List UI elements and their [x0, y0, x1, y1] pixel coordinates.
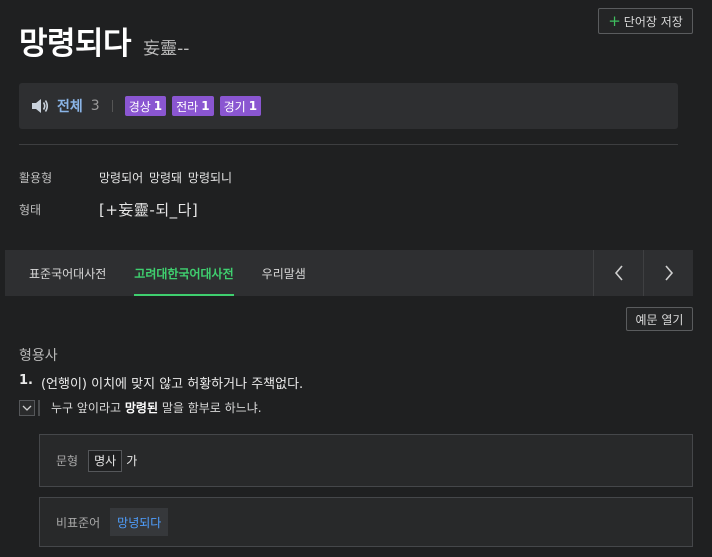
example-text-post: 말을 함부로 하느냐.	[158, 401, 262, 415]
region-name: 경기	[223, 99, 246, 114]
prev-button[interactable]	[593, 250, 643, 296]
region-count: 1	[153, 99, 163, 113]
form-label: 형태	[19, 203, 42, 217]
pattern-chip: 명사	[88, 449, 123, 472]
filter-divider	[111, 100, 113, 112]
example-sentence: 누구 앞이라고 망령된 말을 함부로 하느냐.	[19, 399, 262, 416]
nonstandard-box: 비표준어 망녕되다	[39, 497, 693, 547]
example-toggle[interactable]	[19, 399, 35, 416]
save-to-vocab-button[interactable]: + 단어장 저장	[598, 8, 693, 34]
example-text-bold: 망령된	[124, 401, 158, 415]
example-marker	[38, 399, 40, 416]
save-to-vocab-label: 단어장 저장	[623, 14, 683, 29]
headword-text: 망령되다	[19, 26, 132, 62]
chevron-left-icon	[614, 265, 623, 281]
sense-number: 1.	[19, 373, 33, 388]
sense-text: (언행이) 이치에 맞지 않고 허황하거나 주책없다.	[40, 377, 304, 392]
tab-korea-univ-dictionary[interactable]: 고려대한국어대사전	[120, 250, 247, 296]
conjugation-label: 활용형	[19, 171, 53, 185]
chevron-right-icon	[664, 265, 673, 281]
region-count: 1	[248, 99, 258, 113]
headword-hanja: 妄靈--	[143, 39, 190, 59]
speaker-icon[interactable]	[31, 98, 49, 114]
filter-all-count: 3	[90, 98, 100, 114]
open-examples-button[interactable]: 예문 열기	[626, 307, 693, 331]
region-chip-gyeonggi[interactable]: 경기 1	[219, 96, 262, 116]
region-name: 전라	[176, 99, 199, 114]
tab-standard-dictionary[interactable]: 표준국어대사전	[5, 250, 120, 296]
region-name: 경상	[128, 99, 151, 114]
example-text-pre: 누구 앞이라고	[51, 401, 125, 415]
pattern-tail: 가	[126, 454, 138, 468]
tab-spacer	[320, 250, 593, 296]
conjugation-value: 망령되어 망령돼 망령되니	[99, 171, 233, 185]
next-button[interactable]	[643, 250, 693, 296]
plus-icon: +	[608, 11, 621, 30]
form-value: [+妄靈-되_다]	[99, 201, 199, 219]
nonstandard-link[interactable]: 망녕되다	[110, 508, 169, 536]
region-filter-bar: 전체 3 경상 1 전라 1 경기 1	[19, 83, 678, 129]
part-of-speech: 형용사	[19, 348, 58, 364]
form-row: 형태 [+妄靈-되_다]	[19, 199, 198, 220]
pattern-label: 문형	[56, 454, 79, 468]
dictionary-tabs: 표준국어대사전 고려대한국어대사전 우리말샘	[5, 250, 693, 296]
region-count: 1	[201, 99, 210, 113]
nonstandard-label: 비표준어	[56, 515, 101, 530]
example-text: 누구 앞이라고 망령된 말을 함부로 하느냐.	[51, 399, 262, 416]
chevron-down-icon	[22, 405, 32, 411]
headword: 망령되다 妄靈--	[19, 18, 189, 63]
sense-definition: 1. (언행이) 이치에 맞지 않고 허황하거나 주책없다.	[19, 373, 303, 392]
conjugation-row: 활용형 망령되어 망령돼 망령되니	[19, 169, 232, 186]
region-chip-jeolla[interactable]: 전라 1	[172, 96, 214, 116]
region-chip-gyeongsang[interactable]: 경상 1	[124, 96, 167, 116]
sentence-pattern-box: 문형 명사 가	[39, 434, 693, 487]
tab-urimalsaem[interactable]: 우리말샘	[248, 250, 320, 296]
section-divider	[19, 144, 678, 145]
filter-all-label[interactable]: 전체	[57, 96, 83, 116]
